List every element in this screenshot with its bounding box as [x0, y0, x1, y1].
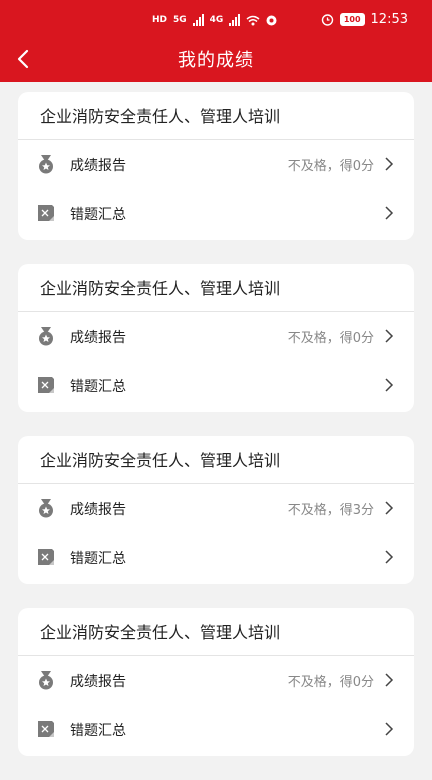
error-notebook-icon — [38, 205, 54, 221]
score-report-label: 成绩报告 — [70, 501, 126, 518]
score-list: 企业消防安全责任人、管理人培训 成绩报告 不及格，得0分 错题汇总 企业消防安全… — [18, 92, 414, 780]
alarm-icon — [321, 14, 334, 26]
chevron-right-icon — [385, 206, 394, 220]
chevron-right-icon — [385, 501, 394, 515]
course-card: 企业消防安全责任人、管理人培训 成绩报告 不及格，得3分 错题汇总 — [18, 436, 414, 584]
error-notebook-icon — [38, 377, 54, 393]
wrong-questions-label: 错题汇总 — [70, 722, 126, 739]
4g-label: 4G — [209, 15, 224, 25]
hd-label: HD — [152, 15, 168, 25]
wrong-questions-label: 错题汇总 — [70, 206, 126, 223]
clock: 12:53 — [370, 12, 408, 27]
score-result: 不及格，得0分 — [287, 331, 374, 346]
course-card: 企业消防安全责任人、管理人培训 成绩报告 不及格，得0分 错题汇总 — [18, 92, 414, 240]
error-notebook-icon — [38, 549, 54, 565]
signal-icon-2 — [229, 14, 241, 26]
chevron-right-icon — [385, 157, 394, 171]
score-report-label: 成绩报告 — [70, 157, 126, 174]
wrong-questions-label: 错题汇总 — [70, 378, 126, 395]
chevron-right-icon — [385, 550, 394, 564]
medal-icon — [39, 155, 53, 174]
score-report-row[interactable]: 成绩报告 不及格，得0分 — [18, 312, 414, 361]
5g-label: 5G — [173, 15, 187, 25]
score-report-row[interactable]: 成绩报告 不及格，得0分 — [18, 140, 414, 189]
course-title: 企业消防安全责任人、管理人培训 — [18, 92, 414, 140]
score-result: 不及格，得0分 — [287, 675, 374, 690]
score-report-row[interactable]: 成绩报告 不及格，得3分 — [18, 484, 414, 533]
status-bar: HD 5G 4G 100 12:53 — [0, 12, 432, 38]
nav-bar: 我的成绩 — [0, 38, 432, 82]
status-right: 100 12:53 — [321, 12, 408, 27]
chevron-right-icon — [385, 378, 394, 392]
medal-icon — [39, 671, 53, 690]
medal-icon — [39, 499, 53, 518]
wrong-questions-row[interactable]: 错题汇总 — [18, 533, 414, 582]
course-card: 企业消防安全责任人、管理人培训 成绩报告 不及格，得0分 错题汇总 — [18, 608, 414, 756]
score-report-label: 成绩报告 — [70, 673, 126, 690]
course-title: 企业消防安全责任人、管理人培训 — [18, 608, 414, 656]
page-title: 我的成绩 — [178, 50, 254, 71]
medal-icon — [39, 327, 53, 346]
app-header: HD 5G 4G 100 12:53 我的成绩 — [0, 0, 432, 82]
location-icon — [266, 15, 277, 25]
course-card: 企业消防安全责任人、管理人培训 成绩报告 不及格，得0分 错题汇总 — [18, 264, 414, 412]
wrong-questions-row[interactable]: 错题汇总 — [18, 189, 414, 238]
error-notebook-icon — [38, 721, 54, 737]
course-title: 企业消防安全责任人、管理人培训 — [18, 436, 414, 484]
wrong-questions-row[interactable]: 错题汇总 — [18, 705, 414, 754]
chevron-right-icon — [385, 673, 394, 687]
signal-icon — [192, 14, 204, 26]
chevron-right-icon — [385, 329, 394, 343]
wrong-questions-row[interactable]: 错题汇总 — [18, 361, 414, 410]
wrong-questions-label: 错题汇总 — [70, 550, 126, 567]
score-report-row[interactable]: 成绩报告 不及格，得0分 — [18, 656, 414, 705]
battery-indicator: 100 — [339, 13, 365, 26]
wifi-icon — [246, 15, 260, 25]
course-title: 企业消防安全责任人、管理人培训 — [18, 264, 414, 312]
score-result: 不及格，得3分 — [287, 503, 374, 518]
chevron-right-icon — [385, 722, 394, 736]
network-indicators: HD 5G 4G — [152, 14, 277, 26]
score-report-label: 成绩报告 — [70, 329, 126, 346]
score-result: 不及格，得0分 — [287, 159, 374, 174]
